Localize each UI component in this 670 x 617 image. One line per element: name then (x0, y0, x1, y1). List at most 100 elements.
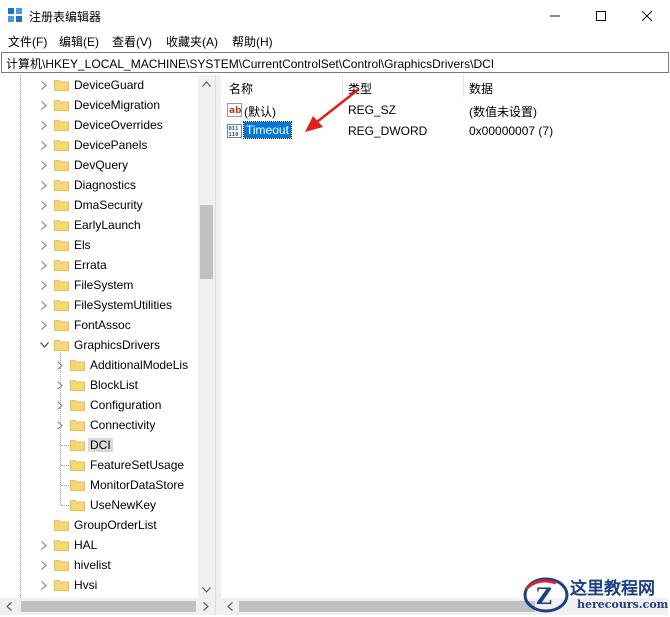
expand-toggle[interactable] (54, 375, 66, 395)
tree-item-errata[interactable]: Errata (2, 255, 202, 275)
folder-icon (54, 580, 69, 591)
tree-item-devicemigration[interactable]: DeviceMigration (2, 95, 202, 115)
tree-item-hvsi[interactable]: Hvsi (2, 575, 202, 595)
expand-toggle[interactable] (38, 295, 50, 315)
folder-icon (70, 400, 85, 411)
value-name: (默认) (244, 105, 276, 119)
close-button[interactable] (624, 0, 670, 31)
tree-item-earlylaunch[interactable]: EarlyLaunch (2, 215, 202, 235)
tree-item-diagnostics[interactable]: Diagnostics (2, 175, 202, 195)
tree-item-deviceguard[interactable]: DeviceGuard (2, 75, 202, 95)
chevron-right-icon (41, 540, 47, 550)
tree-item-devicepanels[interactable]: DevicePanels (2, 135, 202, 155)
expand-toggle[interactable] (54, 355, 66, 375)
folder-icon (54, 100, 69, 111)
tree-item-label: Connectivity (90, 418, 156, 432)
chevron-right-icon (41, 140, 47, 150)
expand-toggle[interactable] (38, 235, 50, 255)
expand-toggle[interactable] (54, 415, 66, 435)
tree-item-connectivity[interactable]: Connectivity (2, 415, 202, 435)
collapse-toggle[interactable] (38, 335, 50, 355)
tree-item-hal[interactable]: HAL (2, 535, 202, 555)
chevron-right-icon (203, 602, 209, 611)
tree-item-monitordatastore[interactable]: MonitorDataStore (2, 475, 202, 495)
expand-toggle[interactable] (38, 115, 50, 135)
expand-toggle[interactable] (38, 535, 50, 555)
scroll-down-arrow[interactable] (198, 581, 215, 598)
tree-item-configuration[interactable]: Configuration (2, 395, 202, 415)
tree-horizontal-scrollbar[interactable] (0, 598, 215, 615)
folder-icon (54, 160, 69, 171)
maximize-button[interactable] (578, 0, 624, 31)
tree-item-filesystemutilities[interactable]: FileSystemUtilities (2, 295, 202, 315)
scroll-left-arrow[interactable] (221, 598, 238, 615)
expand-toggle[interactable] (38, 135, 50, 155)
expand-toggle[interactable] (38, 195, 50, 215)
tree-item-label: DeviceMigration (74, 98, 161, 112)
tree-item-label: Configuration (90, 398, 162, 412)
expand-toggle[interactable] (54, 395, 66, 415)
menu-favorites[interactable]: 收藏夹(A) (166, 33, 218, 50)
tree-item-fontassoc[interactable]: FontAssoc (2, 315, 202, 335)
menu-help[interactable]: 帮助(H) (232, 33, 273, 50)
menu-file[interactable]: 文件(F) (8, 33, 47, 50)
address-bar[interactable]: 计算机\HKEY_LOCAL_MACHINE\SYSTEM\CurrentCon… (1, 52, 669, 73)
expand-toggle[interactable] (38, 315, 50, 335)
value-name-selected[interactable]: Timeout (243, 121, 292, 139)
watermark-logo-icon: Z (523, 577, 569, 613)
value-data: 0x00000007 (7) (469, 124, 554, 138)
tree-item-blocklist[interactable]: BlockList (2, 375, 202, 395)
folder-icon (54, 220, 69, 231)
tree-item-usenewkey[interactable]: UseNewKey (2, 495, 202, 515)
expand-toggle[interactable] (38, 175, 50, 195)
tree-item-deviceoverrides[interactable]: DeviceOverrides (2, 115, 202, 135)
tree-item-filesystem[interactable]: FileSystem (2, 275, 202, 295)
tree-item-devquery[interactable]: DevQuery (2, 155, 202, 175)
tree-item-els[interactable]: Els (2, 235, 202, 255)
list-hscroll-thumb[interactable] (239, 601, 535, 612)
expand-toggle[interactable] (38, 75, 50, 95)
tree-item-label: FileSystem (74, 278, 134, 292)
tree-item-hivelist[interactable]: hivelist (2, 555, 202, 575)
tree-hscroll-thumb[interactable] (21, 601, 196, 612)
chevron-down-icon (39, 342, 49, 348)
address-path[interactable]: 计算机\HKEY_LOCAL_MACHINE\SYSTEM\CurrentCon… (6, 55, 494, 72)
value-row-default[interactable]: ab (默认) REG_SZ (数值未设置) (221, 100, 668, 120)
tree-scroll-thumb[interactable] (200, 205, 213, 279)
expand-toggle[interactable] (38, 555, 50, 575)
column-divider[interactable] (463, 75, 464, 97)
scroll-right-arrow[interactable] (200, 598, 212, 615)
expand-toggle[interactable] (38, 575, 50, 595)
minimize-button[interactable] (532, 0, 578, 31)
menu-bar: 文件(F) 编辑(E) 查看(V) 收藏夹(A) 帮助(H) (0, 31, 670, 51)
scroll-left-arrow[interactable] (3, 598, 15, 615)
title-bar[interactable]: 注册表编辑器 (0, 0, 670, 31)
value-row-timeout[interactable]: 011 110 Timeout REG_DWORD 0x00000007 (7) (221, 121, 668, 141)
expand-toggle[interactable] (38, 95, 50, 115)
tree-item-grouporderlist[interactable]: GroupOrderList (2, 515, 202, 535)
chevron-down-icon (202, 586, 211, 593)
menu-edit[interactable]: 编辑(E) (59, 33, 99, 50)
column-data[interactable]: 数据 (469, 80, 493, 97)
tree-item-additionalmodelis[interactable]: AdditionalModeLis (2, 355, 202, 375)
tree-item-dci[interactable]: DCI (2, 435, 202, 455)
regedit-app-icon (8, 8, 22, 22)
column-name[interactable]: 名称 (229, 80, 253, 97)
tree-guide-line (61, 505, 69, 506)
scroll-up-arrow[interactable] (198, 75, 215, 92)
tree-item-graphicsdrivers[interactable]: GraphicsDrivers (2, 335, 202, 355)
watermark: Z 这里教程网 herecours.com (520, 573, 670, 617)
key-tree[interactable]: DeviceGuard DeviceMigration DeviceOverride… (2, 75, 214, 598)
expand-toggle[interactable] (38, 255, 50, 275)
expand-toggle[interactable] (38, 275, 50, 295)
values-list[interactable]: 名称 类型 数据 ab (默认) REG_SZ (数值未设置) 011 110 … (221, 75, 668, 598)
expand-toggle[interactable] (38, 215, 50, 235)
tree-item-featuresetusage[interactable]: FeatureSetUsage (2, 455, 202, 475)
chevron-right-icon (41, 200, 47, 210)
menu-view[interactable]: 查看(V) (112, 33, 152, 50)
tree-item-dmasecurity[interactable]: DmaSecurity (2, 195, 202, 215)
tree-guide-line (61, 485, 69, 486)
folder-icon (70, 380, 85, 391)
tree-vertical-scrollbar[interactable] (198, 75, 215, 598)
expand-toggle[interactable] (38, 155, 50, 175)
